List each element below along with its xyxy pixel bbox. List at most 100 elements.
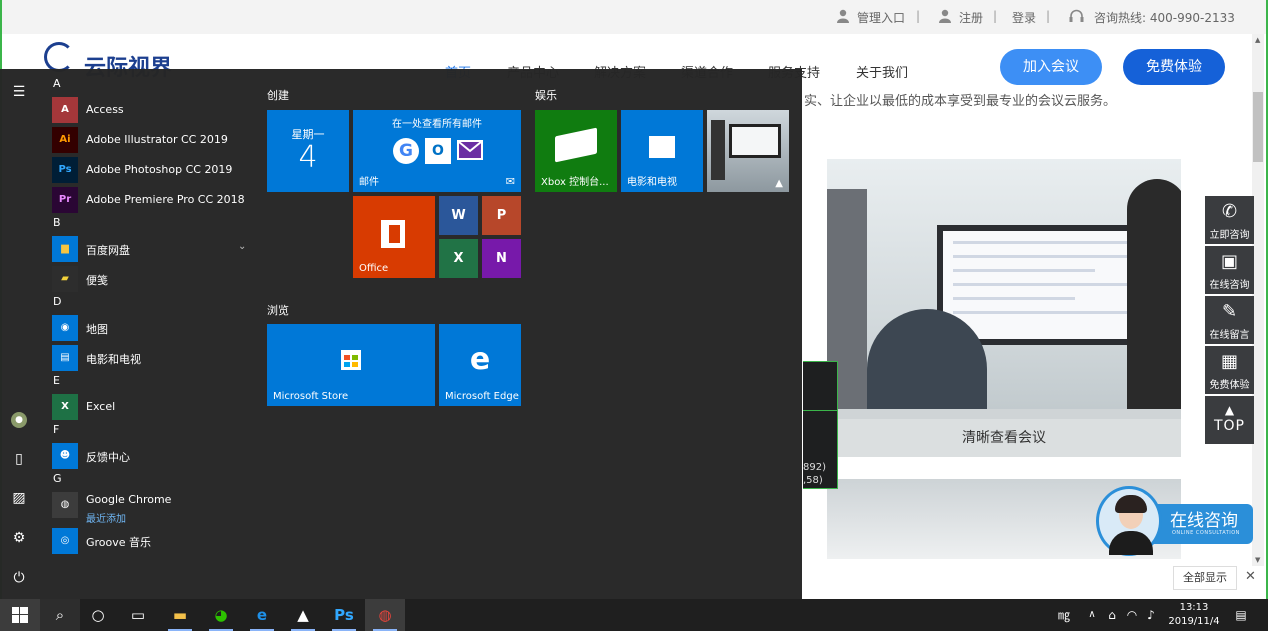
hamburger-icon[interactable]: ☰ [11,84,27,100]
scroll-up-icon[interactable]: ▲ [1255,36,1260,44]
taskbar-app-button[interactable]: Ps [324,599,364,631]
app-list-item[interactable]: ▆ 百度网盘 ⌄ [52,235,260,263]
taskbar-app-button[interactable]: ◕ [201,599,241,631]
site-logo[interactable]: 云际视界 [44,42,184,81]
topbar-separator: | [993,9,998,23]
access-icon: A [52,97,78,123]
search-button[interactable]: ⌕ [40,599,80,631]
document-icon[interactable]: ▯ [11,451,27,467]
microsoft-store-tile[interactable]: Microsoft Store [267,324,435,406]
agent-avatar [1096,486,1162,556]
edge-icon: e [469,342,491,377]
taskbar-app-button[interactable]: ▬ [160,599,200,631]
xbox-tile[interactable]: Xbox 控制台... [535,110,617,192]
taskbar-app-button[interactable]: e [242,599,282,631]
input-method-icon[interactable]: ㎎ [1054,599,1074,631]
google-icon: G [393,138,419,164]
topbar-separator: | [1046,9,1051,23]
app-list-item[interactable]: ◉ 地图 [52,314,260,342]
register-link[interactable]: 注册 [959,9,983,26]
premiere-icon: Pr [52,187,78,213]
app-subtitle: 最近添加 [86,514,126,525]
microsoft-edge-tile[interactable]: e Microsoft Edge [439,324,521,406]
free-trial-button[interactable]: 免费体验 [1123,49,1225,85]
gear-icon[interactable]: ⚙ [11,530,27,546]
edit-icon: ✎ [1221,301,1238,322]
photos-icon: ▲ [775,178,783,189]
maps-icon: ◉ [52,315,78,341]
app-list-item[interactable]: ▰ 便笺 [52,265,260,293]
consult-title: 在线咨询 [1170,511,1238,531]
section-letter[interactable]: E [53,374,60,387]
powerpoint-tile[interactable]: P [482,196,521,235]
word-tile[interactable]: W [439,196,478,235]
scrollbar-thumb[interactable] [1253,92,1263,162]
mail-tile[interactable]: 在一处查看所有邮件 G O 邮件 ✉ [353,110,521,192]
section-letter[interactable]: F [53,423,59,436]
power-icon[interactable]: ⏻ [11,570,27,586]
scroll-down-icon[interactable]: ▼ [1255,556,1260,564]
app-list-item[interactable]: ◍ Google Chrome 最近添加 [52,491,260,525]
back-to-top-button[interactable]: ▲ TOP [1205,396,1254,444]
action-center-icon[interactable]: ▤ [1233,599,1249,631]
instant-consult-button[interactable]: ✆ 立即咨询 [1205,196,1254,244]
close-icon[interactable]: ✕ [1245,569,1256,584]
excel-tile[interactable]: X [439,239,478,278]
network-icon[interactable]: ⌂ [1104,599,1120,631]
wifi-icon[interactable]: ◠ [1124,599,1140,631]
office-label: Office [359,263,389,274]
app-list-item[interactable]: X Excel [52,393,260,421]
app-list-item[interactable]: ▤ 电影和电视 [52,344,260,372]
meeting-photo: 清晰查看会议 [827,159,1181,457]
online-consult-banner[interactable]: 在线咨询 ONLINE CONSULTATION [1096,486,1253,556]
onenote-tile[interactable]: N [482,239,521,278]
consult-subtitle: ONLINE CONSULTATION [1172,530,1240,536]
app-list-item[interactable]: Ai Adobe Illustrator CC 2019 [52,126,260,154]
free-trial-side-button[interactable]: ▦ 免费体验 [1205,346,1254,394]
online-consult-button[interactable]: ▣ 在线咨询 [1205,246,1254,294]
taskbar-app-button[interactable]: ◍ [365,599,405,631]
system-clock[interactable]: 13:13 2019/11/4 [1165,601,1223,629]
section-letter[interactable]: B [53,216,61,229]
calendar-tile[interactable]: 星期一 4 [267,110,349,192]
chevron-up-icon[interactable]: ∧ [1084,599,1100,631]
logo-mark [44,42,74,72]
cortana-button[interactable]: ○ [78,599,118,631]
join-meeting-button[interactable]: 加入会议 [1000,49,1102,85]
leave-message-button[interactable]: ✎ 在线留言 [1205,296,1254,344]
xbox-console-icon [555,127,597,163]
word-icon: W [451,208,466,223]
groove-icon: ◎ [52,528,78,554]
photos-tile[interactable]: ▲ [707,110,789,192]
app-list-item[interactable]: Ps Adobe Photoshop CC 2019 [52,156,260,184]
tooltip-fragment: 892) ,58) [803,361,838,489]
movies-tile[interactable]: 电影和电视 [621,110,703,192]
section-letter[interactable]: D [53,295,61,308]
nav-about[interactable]: 关于我们 [856,62,908,81]
app-list-item[interactable]: A Access [52,96,260,124]
chevron-down-icon[interactable]: ⌄ [238,241,246,252]
headset-icon [1069,9,1084,22]
office-tile[interactable]: Office [353,196,435,278]
task-view-icon: ▭ [130,606,146,624]
section-letter[interactable]: G [53,472,62,485]
app-list: A A Access Ai Adobe Illustrator CC 2019 Ps Ado… [38,69,260,599]
photo-person [1127,179,1181,439]
start-button[interactable] [0,599,40,631]
app-list-item[interactable]: ◎ Groove 音乐 [52,527,260,555]
admin-link[interactable]: 管理入口 [857,9,905,26]
start-menu: ☰ ● ▯ ▨ ⚙ ⏻ A A Access Ai Adobe Illustrator … [0,69,802,599]
section-letter[interactable]: A [53,77,61,90]
app-list-item[interactable]: ☻ 反馈中心 [52,442,260,470]
calendar-icon: ▦ [1220,351,1238,372]
app-list-item[interactable]: Pr Adobe Premiere Pro CC 2018 [52,186,260,214]
user-avatar-icon[interactable]: ● [11,412,27,428]
app-name: Adobe Illustrator CC 2019 [86,133,228,146]
pictures-icon[interactable]: ▨ [11,490,27,506]
login-link[interactable]: 登录 [1012,9,1036,26]
app-name: Google Chrome [86,493,172,506]
show-all-button[interactable]: 全部显示 [1173,566,1237,590]
volume-icon[interactable]: ♪ [1143,599,1159,631]
task-view-button[interactable]: ▭ [118,599,158,631]
taskbar-app-button[interactable]: ▲ [283,599,323,631]
